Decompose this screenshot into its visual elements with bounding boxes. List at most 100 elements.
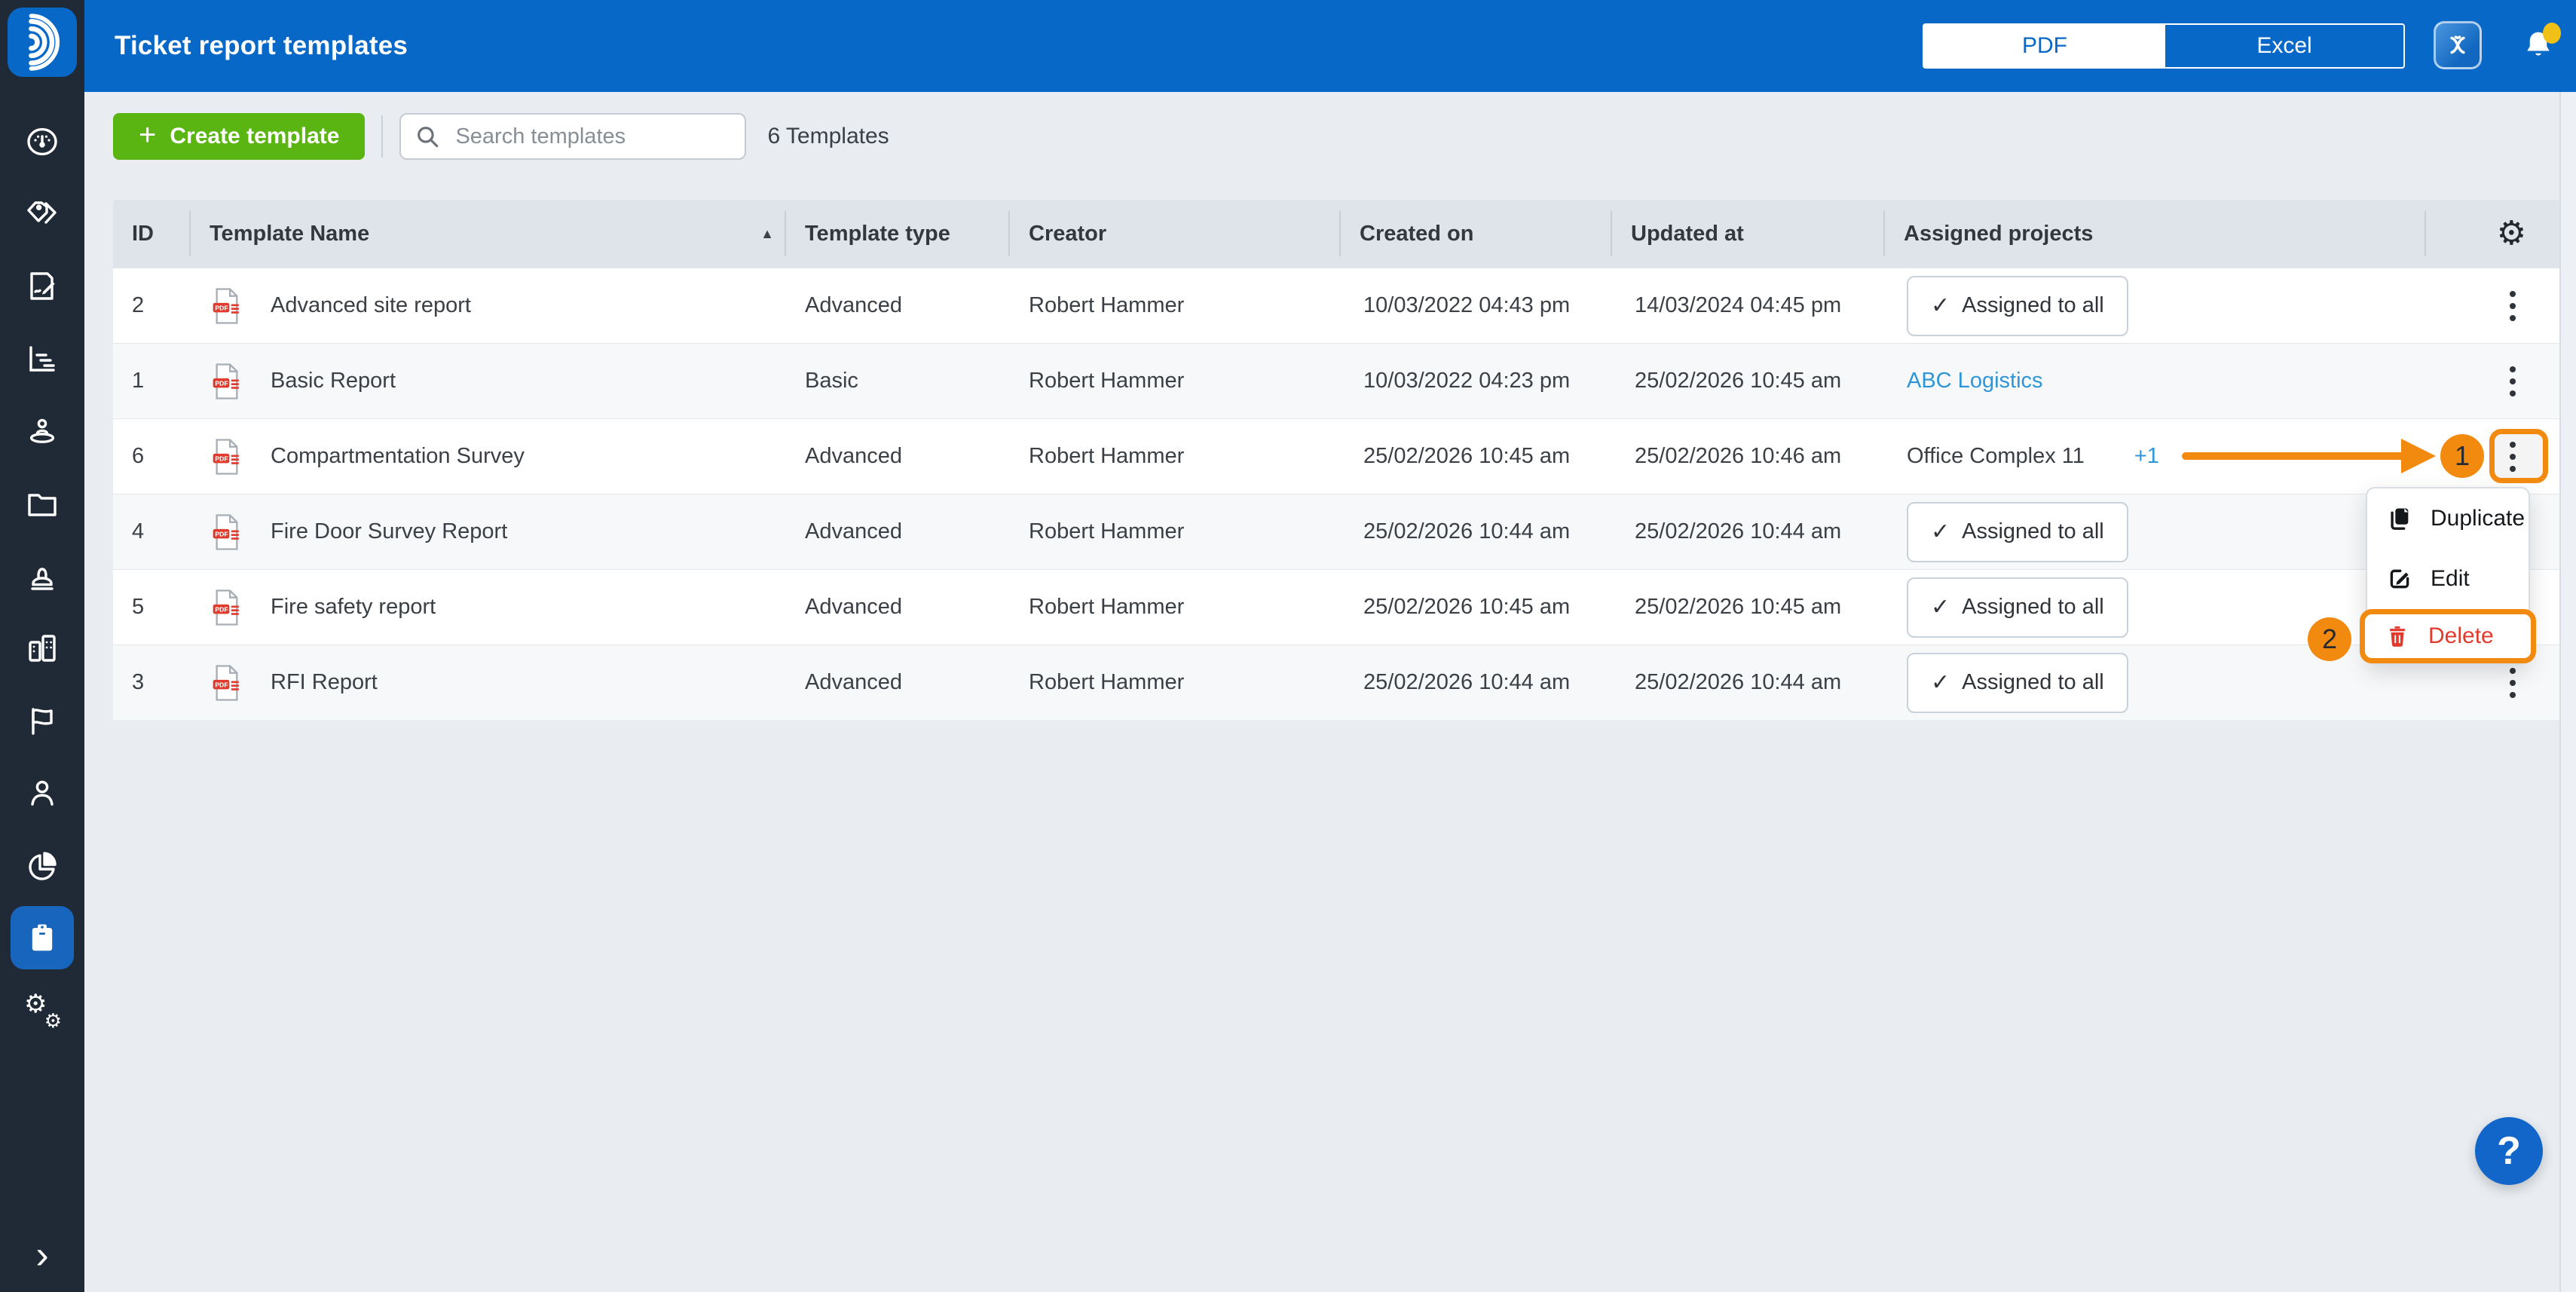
pdf-file-icon: PDF (212, 363, 242, 400)
assigned-project-link[interactable]: ABC Logistics (1907, 369, 2043, 393)
cell-created-on: 25/02/2026 10:45 am (1341, 570, 1612, 644)
app-logo (8, 8, 77, 77)
top-header: Ticket report templates PDF Excel (84, 0, 2576, 92)
check-icon: ✓ (1931, 594, 1950, 620)
sidebar-item-companies[interactable] (11, 612, 74, 684)
assigned-to-all-chip[interactable]: ✓Assigned to all (1907, 653, 2128, 713)
pdf-file-icon: PDF (212, 589, 242, 626)
sidebar-expand-button[interactable]: › (0, 1229, 84, 1281)
sidebar-item-reports[interactable] (11, 829, 74, 902)
column-header-assigned-projects[interactable]: Assigned projects (1885, 200, 2426, 268)
sidebar-item-resources[interactable] (11, 395, 74, 467)
table-row: 3 PDF RFI Report Advanced Robert Hammer … (113, 644, 2559, 720)
cell-template-type: Advanced (786, 645, 1010, 720)
assigned-to-all-chip[interactable]: ✓Assigned to all (1907, 276, 2128, 336)
column-header-template-name[interactable]: Template Name ▲ (191, 200, 786, 268)
sidebar-item-documents[interactable] (11, 467, 74, 540)
pdf-file-icon: PDF (212, 513, 242, 551)
check-icon: ✓ (1931, 669, 1950, 696)
app-root: ⚙⚙ › Ticket report templates PDF Excel (0, 0, 2576, 1292)
cell-creator: Robert Hammer (1010, 645, 1341, 720)
cell-updated-at: 25/02/2026 10:45 am (1612, 344, 1885, 418)
search-input[interactable] (399, 113, 746, 160)
excel-toggle-button[interactable]: Excel (2165, 25, 2403, 67)
template-name-text: RFI Report (271, 670, 378, 695)
annotation-step-1: 1 (2440, 434, 2484, 478)
assigned-to-all-chip[interactable]: ✓Assigned to all (1907, 502, 2128, 562)
check-icon: ✓ (1931, 519, 1950, 545)
template-name-text: Fire safety report (271, 595, 436, 620)
column-header-updated-at[interactable]: Updated at (1612, 200, 1885, 268)
menu-item-edit[interactable]: Edit (2367, 549, 2529, 609)
cell-template-name: PDF Fire Door Survey Report (191, 494, 786, 569)
gauge-icon (24, 124, 60, 160)
cell-creator: Robert Hammer (1010, 570, 1341, 644)
cell-assigned-projects: ✓Assigned to all (1885, 645, 2426, 720)
svg-text:PDF: PDF (215, 605, 228, 613)
pdf-file-icon: PDF (212, 438, 242, 476)
sidebar-item-dashboard[interactable] (11, 106, 74, 178)
assigned-more-link[interactable]: +1 (2134, 444, 2159, 469)
cell-id: 4 (113, 494, 191, 569)
sidebar: ⚙⚙ › (0, 0, 84, 1292)
toolbar: + Create template 6 Templates (113, 113, 889, 160)
annotation-arrow (2182, 452, 2405, 460)
menu-item-duplicate[interactable]: Duplicate (2367, 488, 2529, 549)
edit-icon (2387, 566, 2412, 592)
table-settings-gear-icon[interactable]: ⚙ (2497, 217, 2526, 250)
create-template-button[interactable]: + Create template (113, 113, 365, 160)
marketplace-app-button[interactable] (2434, 21, 2482, 69)
search-icon (415, 124, 440, 149)
cell-template-type: Advanced (786, 494, 1010, 569)
sort-ascending-icon: ▲ (760, 226, 774, 242)
help-button[interactable]: ? (2475, 1117, 2543, 1185)
duplicate-icon (2387, 506, 2412, 531)
sidebar-item-users[interactable] (11, 757, 74, 829)
row-actions-kebab[interactable] (2502, 283, 2523, 329)
sidebar-item-flags[interactable] (11, 684, 74, 757)
stamp-icon (24, 558, 60, 594)
chevron-right-icon: › (35, 1232, 48, 1278)
cell-updated-at: 25/02/2026 10:44 am (1612, 645, 1885, 720)
cell-actions (2426, 344, 2559, 418)
template-name-text: Fire Door Survey Report (271, 519, 507, 544)
column-header-creator[interactable]: Creator (1010, 200, 1341, 268)
pdf-toggle-button[interactable]: PDF (1924, 25, 2165, 67)
sidebar-item-approvals[interactable] (11, 540, 74, 612)
check-icon: ✓ (1931, 292, 1950, 319)
sidebar-item-statistics[interactable] (11, 323, 74, 395)
column-header-id[interactable]: ID (113, 200, 191, 268)
scrollbar-gutter[interactable] (2559, 92, 2576, 1292)
cell-template-type: Basic (786, 344, 1010, 418)
pie-chart-icon (24, 847, 60, 883)
assigned-to-all-chip[interactable]: ✓Assigned to all (1907, 577, 2128, 638)
templates-table: ID Template Name ▲ Template type Creator… (113, 200, 2559, 720)
row-actions-kebab[interactable] (2502, 660, 2523, 706)
cell-id: 2 (113, 268, 191, 343)
search-wrap (399, 113, 746, 160)
tags-icon (24, 196, 60, 232)
logo-arcs-icon (13, 13, 72, 72)
menu-item-delete[interactable]: Delete (2360, 609, 2536, 663)
column-header-created-on[interactable]: Created on (1341, 200, 1612, 268)
column-header-template-type[interactable]: Template type (786, 200, 1010, 268)
cell-template-name: PDF Advanced site report (191, 268, 786, 343)
annotation-kebab-highlight (2489, 429, 2548, 483)
annotation-step-2: 2 (2308, 617, 2351, 661)
notifications-button[interactable] (2517, 26, 2559, 68)
sidebar-item-forms[interactable] (11, 250, 74, 323)
table-row: 5 PDF Fire safety report Advanced Robert… (113, 569, 2559, 644)
sidebar-item-settings[interactable]: ⚙⚙ (11, 974, 74, 1046)
cell-id: 6 (113, 419, 191, 494)
cell-id: 5 (113, 570, 191, 644)
cell-updated-at: 25/02/2026 10:46 am (1612, 419, 1885, 494)
cell-id: 1 (113, 344, 191, 418)
gears-icon: ⚙⚙ (24, 992, 60, 1028)
sidebar-item-templates[interactable] (11, 906, 74, 969)
cell-created-on: 25/02/2026 10:44 am (1341, 645, 1612, 720)
cell-actions (2426, 268, 2559, 343)
notification-badge (2543, 23, 2561, 44)
row-actions-kebab[interactable] (2502, 359, 2523, 404)
flag-icon (24, 703, 60, 739)
sidebar-item-tags[interactable] (11, 178, 74, 250)
